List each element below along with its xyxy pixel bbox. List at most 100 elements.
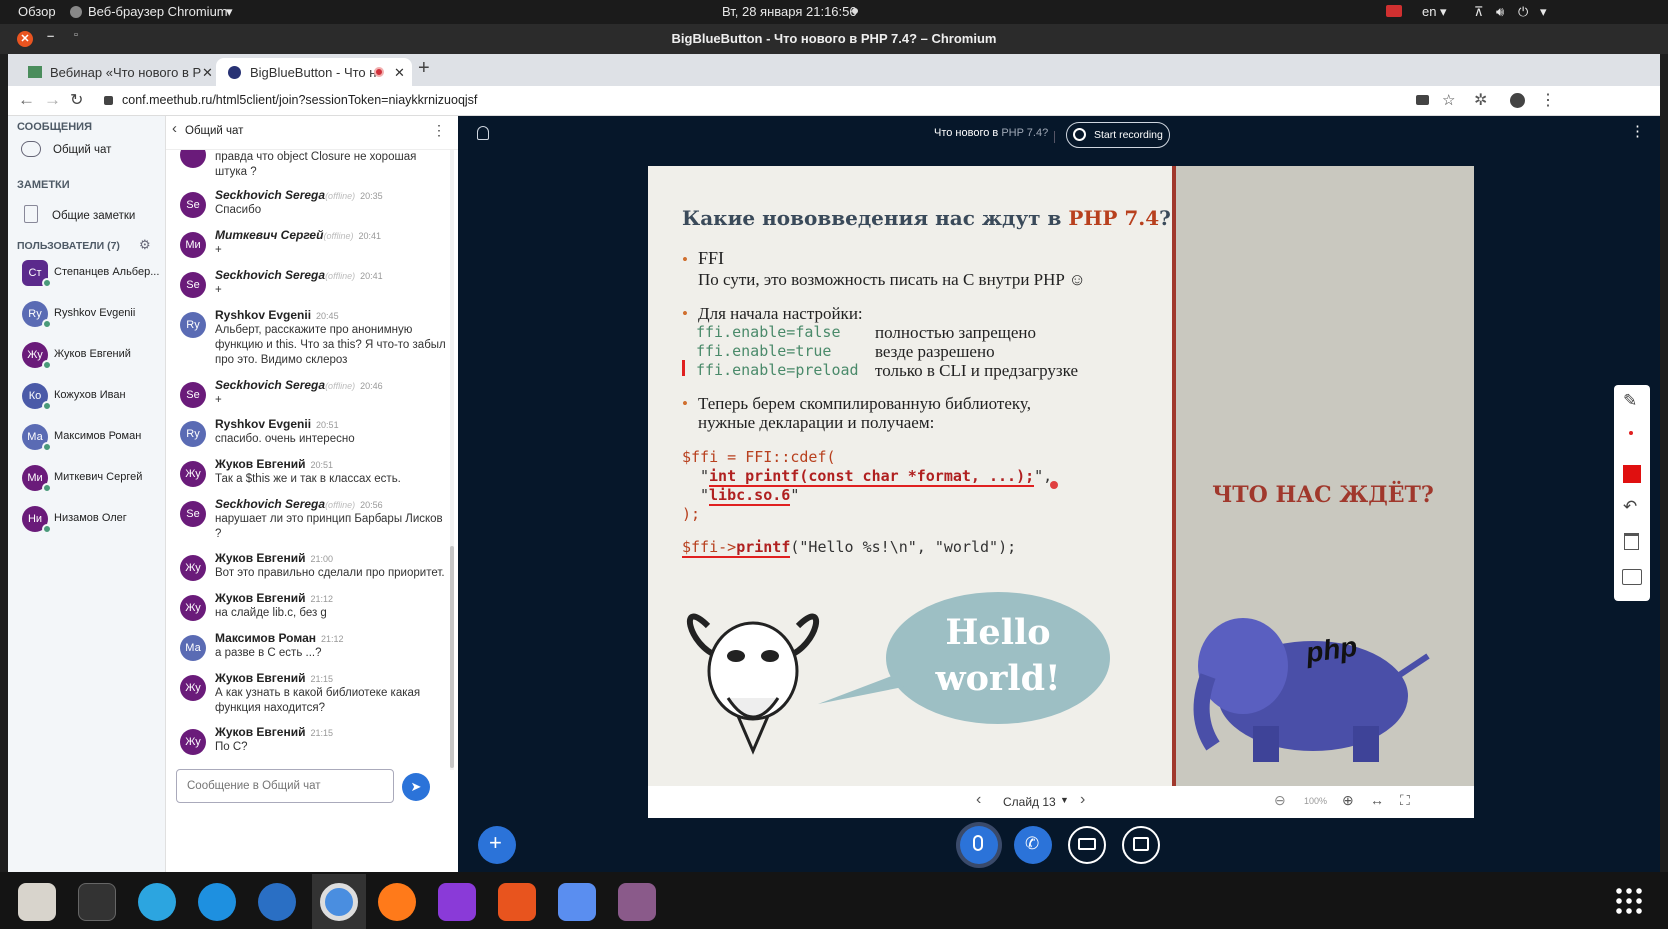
previous-slide-icon[interactable]: ‹	[976, 791, 981, 809]
notes-icon	[24, 205, 38, 223]
chat-title[interactable]: Общий чат	[185, 125, 243, 137]
chat-options-icon[interactable]: ⋮	[432, 122, 446, 139]
new-tab-button[interactable]: +	[418, 57, 430, 80]
avatar: Se	[180, 272, 206, 298]
recording-icon	[374, 67, 384, 77]
network-icon[interactable]: ⊼	[1474, 4, 1484, 20]
scrollbar-thumb[interactable]	[450, 546, 454, 768]
tab-label: Вебинар «Что нового в Р	[50, 65, 202, 80]
message-text: Вот это правильно сделали про приоритет.	[215, 567, 445, 579]
window-title: BigBlueButton - Что нового в PHP 7.4? – …	[671, 31, 997, 46]
chat-message-input[interactable]	[176, 769, 394, 803]
gnu-head-image	[686, 613, 820, 755]
gear-icon[interactable]: ⚙	[139, 237, 151, 253]
undo-icon[interactable]: ↶	[1623, 497, 1637, 517]
telegram-icon[interactable]	[138, 883, 176, 921]
presentation-slide[interactable]: Какие нововведения нас ждут в PHP 7.4? •…	[648, 166, 1474, 786]
close-tab-icon[interactable]: ✕	[202, 65, 213, 81]
user-icon[interactable]	[477, 126, 489, 140]
close-tab-icon[interactable]: ✕	[394, 65, 405, 81]
video-icon[interactable]	[618, 883, 656, 921]
message-text: +	[215, 284, 222, 296]
files-icon[interactable]	[18, 883, 56, 921]
color-picker-icon[interactable]	[1623, 465, 1641, 483]
software-center-icon[interactable]	[498, 883, 536, 921]
app-menu[interactable]: Веб-браузер Chromium	[88, 4, 228, 19]
activities-button[interactable]: Обзор	[18, 4, 56, 19]
code-line-2: "int printf(const char *format, ...);",	[700, 467, 1053, 487]
user-list-item[interactable]: Жу Жуков Евгений	[14, 336, 164, 376]
forward-icon[interactable]: →	[44, 90, 61, 110]
bullet-icon: •	[682, 250, 688, 269]
message-time: 21:12	[310, 594, 333, 604]
fit-width-icon[interactable]: ↔	[1370, 792, 1384, 808]
chevron-left-icon[interactable]: ‹	[172, 120, 177, 137]
power-icon[interactable]: ⏻	[1518, 4, 1528, 20]
user-list-item[interactable]: Ми Миткевич Сергей	[14, 459, 164, 499]
window-titlebar: ✕ – ▫ BigBlueButton - Что нового в PHP 7…	[0, 24, 1668, 54]
volume-icon[interactable]: 🔊︎	[1496, 4, 1504, 20]
profile-icon[interactable]	[1510, 93, 1525, 108]
user-list-item[interactable]: Ни Низамов Олег	[14, 500, 164, 540]
chat-icon	[21, 141, 41, 157]
options-icon[interactable]: ⋮	[1630, 122, 1645, 140]
next-slide-icon[interactable]: ›	[1080, 791, 1085, 809]
clock[interactable]: Вт, 28 января 21:16:56	[722, 4, 857, 19]
leave-audio-button[interactable]: ✆	[1014, 826, 1052, 864]
star-icon[interactable]: ☆	[1442, 91, 1455, 109]
pencil-icon[interactable]: ✎	[1623, 391, 1637, 411]
lock-icon[interactable]	[104, 96, 113, 105]
menu-icon[interactable]: ⋮	[1540, 90, 1556, 110]
actions-button[interactable]: +	[478, 826, 516, 864]
terminal-icon[interactable]	[78, 883, 116, 921]
share-screen-button[interactable]	[1122, 826, 1160, 864]
app-grid-icon[interactable]	[1614, 886, 1644, 916]
user-list-item[interactable]: Ма Максимов Роман	[14, 418, 164, 458]
thunderbird-icon[interactable]	[258, 883, 296, 921]
skype-icon[interactable]	[198, 883, 236, 921]
back-icon[interactable]: ←	[18, 90, 35, 110]
chat-scrollbar[interactable]	[450, 150, 454, 770]
screen-record-icon[interactable]	[1386, 5, 1402, 17]
zoom-in-icon[interactable]: ⊕	[1342, 792, 1354, 809]
send-button[interactable]: ➤	[402, 773, 430, 801]
shared-notes-item[interactable]: Общие заметки	[16, 204, 161, 230]
tab-webinar[interactable]: Вебинар «Что нового в Р ✕	[16, 58, 216, 86]
message-time: 20:56	[360, 500, 383, 510]
user-list-item[interactable]: Ст Степанцев Альбер...	[14, 254, 164, 294]
multi-user-icon[interactable]	[1622, 569, 1642, 585]
url-field[interactable]: conf.meethub.ru/html5client/join?session…	[122, 93, 477, 107]
zoom-out-icon[interactable]: ⊖	[1274, 792, 1286, 809]
thickness-icon[interactable]	[1629, 431, 1633, 435]
bullet-3-line-1: Теперь берем скомпилированную библиотеку…	[698, 394, 1031, 413]
public-chat-item[interactable]: Общий чат	[16, 138, 161, 164]
screenshot-icon[interactable]	[558, 883, 596, 921]
firefox-icon[interactable]	[378, 883, 416, 921]
message-time: 21:15	[310, 674, 333, 684]
reload-icon[interactable]: ↻	[70, 90, 83, 110]
camera-icon[interactable]	[1416, 95, 1429, 105]
user-name: Низамов Олег	[54, 512, 127, 524]
fullscreen-icon[interactable]: ⛶	[1400, 792, 1410, 809]
tab-bigbluebutton[interactable]: BigBlueButton - Что н ✕	[216, 58, 412, 86]
slide-selector[interactable]: Слайд 13	[1003, 795, 1056, 809]
user-list-item[interactable]: Ко Кожухов Иван	[14, 377, 164, 417]
extension-icon[interactable]: ✲	[1474, 90, 1487, 110]
trash-icon[interactable]	[1624, 533, 1639, 550]
system-top-bar: Обзор Веб-браузер Chromium ▾ Вт, 28 янва…	[0, 0, 1668, 24]
share-webcam-button[interactable]	[1068, 826, 1106, 864]
offline-status: (offline)	[325, 500, 356, 510]
start-recording-button[interactable]: Start recording	[1066, 122, 1170, 148]
user-list-item[interactable]: Ry Ryshkov Evgenii	[14, 295, 164, 335]
message-time: 20:45	[316, 311, 339, 321]
config-description: везде разрешено	[875, 342, 995, 361]
microphone-button[interactable]	[960, 826, 998, 864]
phpstorm-icon[interactable]	[438, 883, 476, 921]
chromium-icon[interactable]	[320, 883, 358, 921]
message-text: нарушает ли это принцип Барбары Лисков ?	[215, 513, 443, 540]
message-time: 20:35	[360, 191, 383, 201]
chat-messages[interactable]: правда что object Closure не хорошая шту…	[166, 150, 450, 770]
language-indicator[interactable]: en	[1422, 4, 1436, 19]
heading-highlight: PHP 7.4	[1068, 206, 1160, 230]
address-toolbar: ← → ↻ conf.meethub.ru/html5client/join?s…	[8, 86, 1660, 116]
